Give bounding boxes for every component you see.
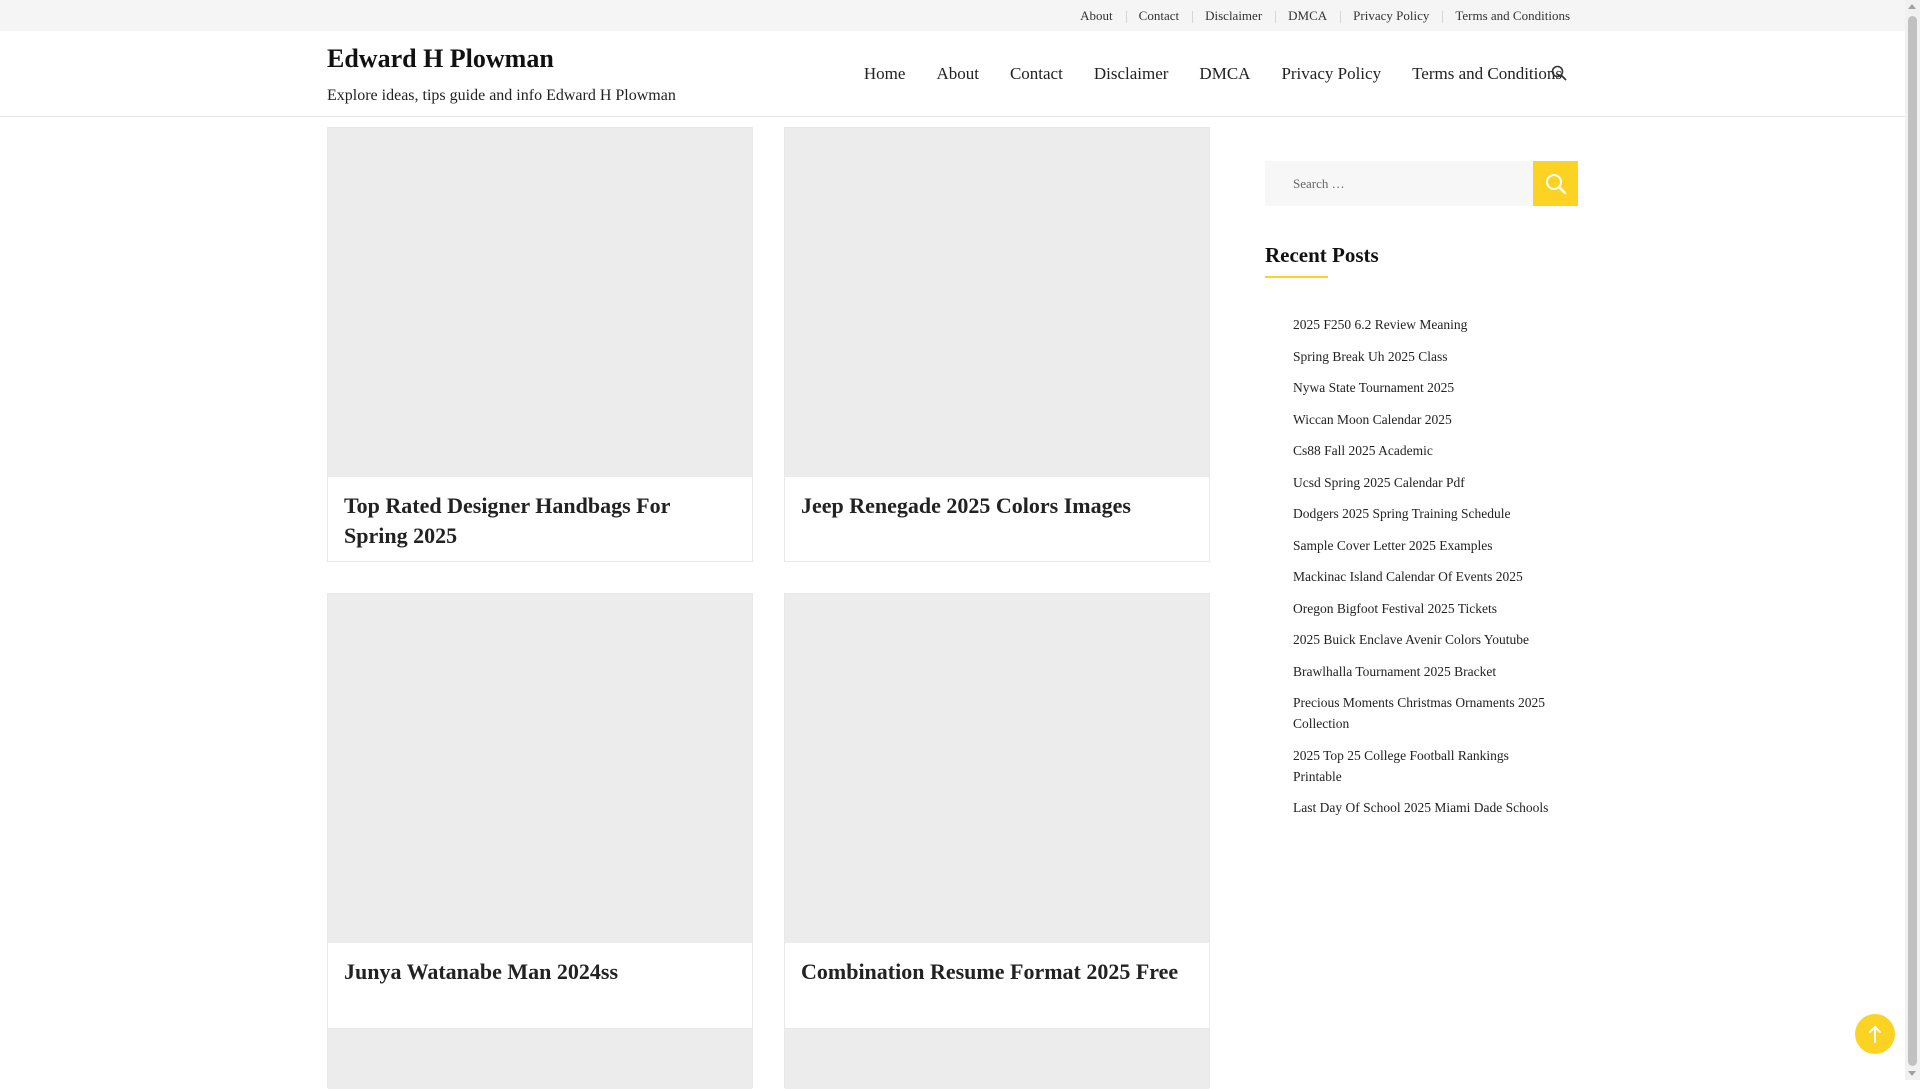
post-title[interactable]: Combination Resume Format 2025 Free	[785, 943, 1209, 999]
post-card[interactable]	[327, 1028, 753, 1089]
recent-post-link[interactable]: Nywa State Tournament 2025	[1293, 377, 1550, 398]
recent-post-link[interactable]: Ucsd Spring 2025 Calendar Pdf	[1293, 472, 1550, 493]
search-icon[interactable]	[1550, 64, 1568, 82]
search-button[interactable]	[1533, 161, 1578, 206]
post-thumbnail[interactable]	[785, 594, 1209, 943]
post-thumbnail[interactable]	[785, 128, 1209, 477]
sidebar: Recent Posts 2025 F250 6.2 Review Meanin…	[1265, 161, 1578, 829]
search-icon	[1545, 173, 1566, 194]
post-thumbnail[interactable]	[328, 594, 752, 943]
post-card[interactable]: Jeep Renegade 2025 Colors Images	[784, 127, 1210, 562]
post-card[interactable]: Combination Resume Format 2025 Free	[784, 593, 1210, 1029]
nav-contact[interactable]: Contact	[1010, 64, 1063, 84]
recent-post-link[interactable]: Wiccan Moon Calendar 2025	[1293, 409, 1550, 430]
recent-post-link[interactable]: Sample Cover Letter 2025 Examples	[1293, 535, 1550, 556]
post-card[interactable]: Junya Watanabe Man 2024ss	[327, 593, 753, 1029]
recent-post-link[interactable]: Spring Break Uh 2025 Class	[1293, 346, 1550, 367]
recent-post-link[interactable]: Precious Moments Christmas Ornaments 202…	[1293, 692, 1550, 734]
post-thumbnail[interactable]	[328, 1029, 752, 1089]
recent-post-link[interactable]: Brawlhalla Tournament 2025 Bracket	[1293, 661, 1550, 682]
nav-privacy-policy[interactable]: Privacy Policy	[1281, 64, 1381, 84]
back-to-top-button[interactable]	[1855, 1014, 1895, 1054]
post-thumbnail[interactable]	[785, 1029, 1209, 1089]
top-link-terms[interactable]: Terms and Conditions	[1442, 8, 1570, 24]
recent-post-link[interactable]: 2025 F250 6.2 Review Meaning	[1293, 314, 1550, 335]
post-thumbnail[interactable]	[328, 128, 752, 477]
scrollbar-thumb[interactable]	[1908, 16, 1917, 1066]
recent-post-link[interactable]: Last Day Of School 2025 Miami Dade Schoo…	[1293, 797, 1550, 818]
top-link-privacy-policy[interactable]: Privacy Policy	[1340, 8, 1442, 24]
scroll-down-arrow[interactable]	[1908, 1071, 1916, 1076]
recent-posts-list: 2025 F250 6.2 Review Meaning Spring Brea…	[1265, 314, 1550, 818]
recent-post-link[interactable]: Mackinac Island Calendar Of Events 2025	[1293, 566, 1550, 587]
recent-post-link[interactable]: Oregon Bigfoot Festival 2025 Tickets	[1293, 598, 1550, 619]
arrow-up-icon	[1869, 1026, 1881, 1043]
post-title[interactable]: Top Rated Designer Handbags For Spring 2…	[328, 477, 752, 563]
recent-post-link[interactable]: Dodgers 2025 Spring Training Schedule	[1293, 503, 1550, 524]
site-description: Explore ideas, tips guide and info Edwar…	[327, 87, 676, 104]
sidebar-search-form	[1265, 161, 1578, 206]
page-scrollbar[interactable]	[1905, 0, 1920, 1080]
post-title[interactable]: Jeep Renegade 2025 Colors Images	[785, 477, 1209, 533]
scroll-up-arrow[interactable]	[1908, 4, 1916, 9]
nav-dmca[interactable]: DMCA	[1199, 64, 1250, 84]
site-title[interactable]: Edward H Plowman	[327, 44, 554, 74]
nav-about[interactable]: About	[936, 64, 979, 84]
nav-disclaimer[interactable]: Disclaimer	[1094, 64, 1169, 84]
top-link-dmca[interactable]: DMCA	[1275, 8, 1340, 24]
post-title[interactable]: Junya Watanabe Man 2024ss	[328, 943, 752, 999]
top-link-contact[interactable]: Contact	[1125, 8, 1192, 24]
recent-post-link[interactable]: Cs88 Fall 2025 Academic	[1293, 440, 1550, 461]
nav-terms[interactable]: Terms and Conditions	[1412, 64, 1562, 84]
post-card[interactable]	[784, 1028, 1210, 1089]
recent-post-link[interactable]: 2025 Buick Enclave Avenir Colors Youtube	[1293, 629, 1550, 650]
recent-post-link[interactable]: 2025 Top 25 College Football Rankings Pr…	[1293, 745, 1550, 787]
top-bar: About Contact Disclaimer DMCA Privacy Po…	[0, 0, 1905, 31]
widget-title-underline	[1265, 276, 1328, 278]
site-header: Edward H Plowman Explore ideas, tips gui…	[0, 31, 1905, 117]
top-bar-links: About Contact Disclaimer DMCA Privacy Po…	[1067, 0, 1570, 31]
post-card[interactable]: Top Rated Designer Handbags For Spring 2…	[327, 127, 753, 562]
nav-home[interactable]: Home	[864, 64, 906, 84]
search-input[interactable]	[1265, 161, 1533, 206]
recent-posts-title: Recent Posts	[1265, 243, 1379, 267]
top-link-disclaimer[interactable]: Disclaimer	[1192, 8, 1275, 24]
top-link-about[interactable]: About	[1067, 8, 1126, 24]
main-nav: Home About Contact Disclaimer DMCA Priva…	[833, 31, 1562, 116]
